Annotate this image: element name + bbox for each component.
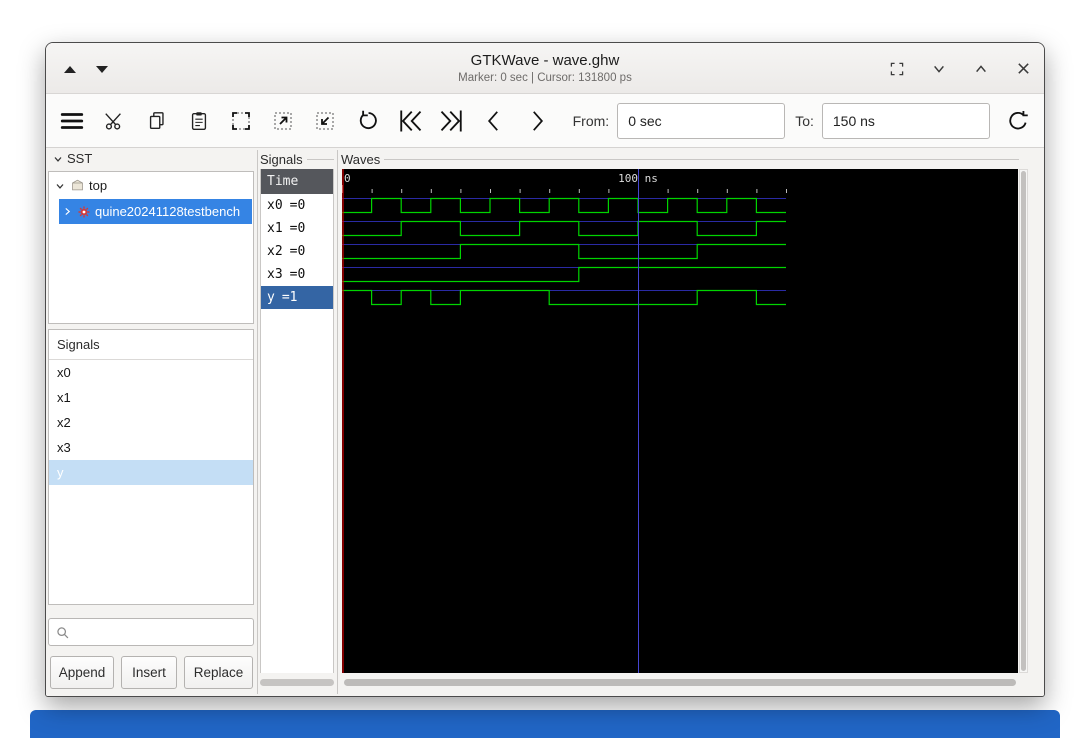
copy-button[interactable] — [140, 103, 172, 139]
time-header: Time — [261, 169, 333, 194]
search-icon — [57, 626, 69, 638]
signal-search-panel: Signals x0 x1 x2 x3 y — [48, 329, 254, 605]
reload-icon — [1009, 110, 1028, 129]
zoom-fit-button[interactable] — [225, 103, 257, 139]
insert-button[interactable]: Insert — [121, 656, 177, 689]
to-input[interactable] — [821, 102, 990, 139]
expander-down-icon — [54, 156, 62, 162]
signal-search-header: Signals — [49, 330, 253, 360]
vscrollbar-thumb[interactable] — [1021, 171, 1026, 671]
skip-start-button[interactable] — [394, 103, 426, 139]
waves-hscrollbar[interactable] — [344, 679, 1016, 686]
step-left-button[interactable] — [478, 103, 510, 139]
cut-icon — [105, 112, 122, 130]
toolbar: From: To: — [46, 94, 1044, 148]
signal-search-list: x0 x1 x2 x3 y — [49, 360, 253, 485]
tree-row-top[interactable]: top — [49, 173, 253, 198]
skip-start-icon — [400, 110, 422, 131]
background-window — [30, 710, 1060, 738]
signal-row-x1[interactable]: x1 =0 — [261, 217, 333, 240]
desktop: GTKWave - wave.ghw Marker: 0 sec | Curso… — [0, 0, 1090, 738]
corner-brackets-icon — [890, 62, 904, 75]
signal-rows: x0 =0 x1 =0 x2 =0 x3 =0 y =1 — [261, 194, 333, 309]
undo-button[interactable] — [352, 103, 384, 139]
zoom-in-button[interactable] — [309, 103, 341, 139]
from-input[interactable] — [617, 102, 786, 139]
reload-button[interactable] — [1002, 103, 1034, 139]
sst-tree: top quine20241128testbench — [48, 171, 254, 324]
wave-canvas[interactable]: 0 100 ns — [342, 169, 1018, 673]
frame-line — [384, 159, 1019, 160]
frame-line — [306, 159, 334, 160]
menu-button[interactable] — [56, 103, 88, 139]
tree-row-testbench[interactable]: quine20241128testbench — [59, 199, 252, 224]
titlebar[interactable]: GTKWave - wave.ghw Marker: 0 sec | Curso… — [46, 43, 1044, 94]
skip-end-button[interactable] — [436, 103, 468, 139]
splitter-left[interactable] — [257, 150, 258, 694]
copy-icon — [149, 111, 164, 129]
minimize-button[interactable] — [928, 58, 950, 80]
chevron-left-icon — [488, 110, 499, 131]
chevron-right-icon — [532, 110, 543, 131]
zoom-in-icon — [316, 112, 334, 129]
list-item-x3[interactable]: x3 — [49, 435, 253, 460]
list-item-x1[interactable]: x1 — [49, 385, 253, 410]
zoom-out-icon — [274, 112, 292, 129]
from-label: From: — [572, 112, 610, 129]
search-input[interactable] — [70, 619, 253, 645]
gtkwave-window: GTKWave - wave.ghw Marker: 0 sec | Curso… — [45, 42, 1045, 697]
signal-row-x3[interactable]: x3 =0 — [261, 263, 333, 286]
signal-names-panel: Time x0 =0 x1 =0 x2 =0 x3 =0 y =1 — [260, 169, 334, 673]
signal-row-x2[interactable]: x2 =0 — [261, 240, 333, 263]
chevron-down-icon — [934, 65, 944, 73]
signal-search-entry[interactable] — [48, 618, 254, 646]
paste-icon — [191, 111, 206, 130]
menu-icon — [60, 112, 84, 129]
to-label: To: — [795, 112, 814, 129]
undo-icon — [359, 110, 377, 129]
waves-vscrollbar[interactable] — [1019, 169, 1028, 673]
close-button[interactable] — [1012, 58, 1034, 80]
append-button[interactable]: Append — [50, 656, 114, 689]
list-item-y[interactable]: y — [49, 460, 253, 485]
close-icon — [1017, 63, 1029, 74]
waves-panel-label: Waves — [341, 152, 381, 167]
list-item-x0[interactable]: x0 — [49, 360, 253, 385]
main-content: SST top quine20241128testbench Signals x… — [46, 148, 1044, 696]
skip-end-icon — [440, 110, 462, 131]
signal-row-y[interactable]: y =1 — [261, 286, 333, 309]
maximize-button[interactable] — [970, 58, 992, 80]
splitter-right[interactable] — [337, 150, 338, 694]
sst-label: SST — [67, 151, 93, 166]
paste-button[interactable] — [183, 103, 215, 139]
waveform-display[interactable]: 0 100 ns — [342, 169, 1018, 673]
list-item-x2[interactable]: x2 — [49, 410, 253, 435]
step-right-button[interactable] — [520, 103, 552, 139]
replace-button[interactable]: Replace — [184, 656, 253, 689]
restore-icon[interactable] — [886, 58, 908, 80]
cut-button[interactable] — [98, 103, 130, 139]
signals-panel-label: Signals — [260, 152, 303, 167]
expander-down-icon[interactable] — [54, 180, 66, 192]
zoom-out-button[interactable] — [267, 103, 299, 139]
signal-row-x0[interactable]: x0 =0 — [261, 194, 333, 217]
zoom-fit-icon — [232, 111, 250, 130]
signals-hscrollbar[interactable] — [260, 679, 334, 686]
chevron-up-icon — [976, 64, 986, 72]
gear-icon — [78, 205, 90, 218]
module-box-icon — [72, 179, 83, 191]
tree-root-label: top — [89, 178, 108, 193]
sst-header[interactable]: SST — [52, 151, 92, 166]
tree-child-label: quine20241128testbench — [95, 204, 241, 219]
svg-text:0: 0 — [344, 172, 351, 185]
expander-right-icon[interactable] — [62, 206, 73, 217]
